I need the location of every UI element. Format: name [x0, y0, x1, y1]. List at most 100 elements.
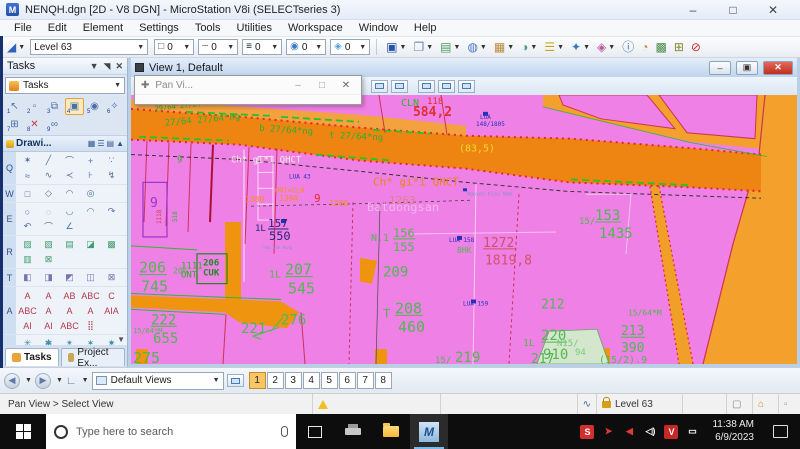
show-pattern-tool[interactable]: ▩ — [101, 237, 122, 252]
start-button[interactable] — [0, 414, 46, 449]
active-element-tool[interactable]: ◢▼ — [4, 39, 28, 56]
place-ellipse-tool[interactable]: ◌ — [38, 204, 59, 219]
change-case-tool[interactable]: C — [101, 288, 122, 303]
tasks-combo[interactable]: Tasks ▼ — [5, 77, 125, 94]
manage-view-groups-icon[interactable] — [227, 374, 244, 387]
auto-fill-data-tool[interactable]: AI — [17, 318, 38, 333]
move-element-tool[interactable]: ▣4 — [65, 98, 84, 115]
layout-list-icon[interactable]: ☰ — [97, 139, 104, 148]
minimize-button[interactable]: – — [680, 3, 706, 17]
view-close-button[interactable]: ✕ — [763, 61, 793, 75]
menu-edit[interactable]: Edit — [40, 21, 75, 35]
modify-element-tool[interactable]: ◧ — [17, 270, 38, 285]
level-manager-button[interactable]: ☰▼ — [541, 39, 567, 56]
view-toggle-3[interactable]: 3 — [285, 372, 302, 389]
place-line-tool[interactable]: ╱ — [38, 153, 59, 168]
layout-panel-icon[interactable]: ▤ — [107, 139, 115, 148]
place-note-tool[interactable]: A — [38, 288, 59, 303]
taskbar-clock[interactable]: 11:38 AM 6/9/2023 — [706, 419, 760, 444]
element-info-button[interactable]: ⓘ — [619, 39, 637, 56]
layout-grid-icon[interactable]: ▦ — [88, 139, 96, 148]
linear-pattern-tool[interactable]: ◪ — [80, 237, 101, 252]
delete-button[interactable]: ⊘ — [688, 39, 704, 56]
line-style-combo[interactable]: ┄0▼ — [198, 39, 238, 55]
task-view-button[interactable] — [296, 414, 334, 449]
pan-maximize-button[interactable]: □ — [313, 80, 331, 91]
status-alert-segment[interactable] — [312, 394, 440, 414]
place-arc2-tool[interactable]: ◡ — [59, 204, 80, 219]
mirror-element-tool[interactable]: ✧6 — [105, 98, 124, 115]
copy-view-icon[interactable] — [418, 80, 435, 93]
scroll-down-icon[interactable]: ▼ — [117, 335, 125, 344]
snap-mode-segment[interactable]: ∿ — [577, 394, 596, 414]
models-button[interactable]: ▤▼ — [437, 39, 463, 56]
arc-radius-tool[interactable]: ∠ — [59, 219, 80, 234]
trim-element-tool[interactable]: ◫ — [80, 270, 101, 285]
saved-views-button[interactable]: ◑▼ — [518, 39, 540, 56]
match-text-tool[interactable]: A — [38, 303, 59, 318]
red-updater-icon[interactable]: ➤ — [601, 425, 615, 439]
media-player-icon[interactable]: ◀ — [622, 425, 636, 439]
menu-file[interactable]: File — [6, 21, 40, 35]
close-icon[interactable]: ✕ — [115, 61, 123, 72]
accudraw-button[interactable]: ▩ — [652, 39, 669, 56]
select-cells-tool[interactable]: ✴ — [59, 336, 80, 345]
hatch-area-tool[interactable]: ▨ — [17, 237, 38, 252]
point-curve-tool[interactable]: ∵ — [101, 153, 122, 168]
drawing-section-header[interactable]: Drawi... ▦ ☰ ▤ ▲ — [3, 136, 127, 152]
zoom-button[interactable]: ✦▼ — [568, 39, 593, 56]
transparency-combo[interactable]: ◉0▼ — [286, 39, 326, 55]
place-arc-tool[interactable]: ⌒ — [59, 153, 80, 168]
display-icon[interactable]: ▭ — [685, 425, 699, 439]
place-polygon-tool[interactable]: ◠ — [59, 186, 80, 201]
place-shape-tool[interactable]: ◇ — [38, 186, 59, 201]
maximize-button[interactable]: □ — [720, 3, 746, 17]
array-element-tool[interactable]: ⊞7 — [5, 116, 24, 133]
tab-project-ex[interactable]: Project Ex... — [61, 348, 125, 366]
define-origin-tool[interactable]: ✶ — [80, 336, 101, 345]
vnc-icon[interactable]: V — [664, 425, 678, 439]
view-toggle-2[interactable]: 2 — [267, 372, 284, 389]
dgn-cache-segment[interactable]: ▫ — [778, 394, 800, 414]
menu-utilities[interactable]: Utilities — [229, 21, 280, 35]
active-level-combo[interactable]: Level 63 ▼ — [30, 39, 148, 55]
fill-in-data-tool[interactable]: AIA — [101, 303, 122, 318]
place-regular-tool[interactable]: ◎ — [80, 186, 101, 201]
fence-button[interactable]: ◈▼ — [594, 39, 618, 56]
place-block-tool[interactable]: □ — [17, 186, 38, 201]
copy-increment-data-tool[interactable]: AI — [38, 318, 59, 333]
view-toggle-4[interactable]: 4 — [303, 372, 320, 389]
priority-combo[interactable]: ◈0▼ — [330, 39, 370, 55]
line-weight-combo[interactable]: ≡0▼ — [242, 39, 282, 55]
curve-tool[interactable]: ∿ — [38, 168, 59, 183]
sketch-tool[interactable]: ↯ — [101, 168, 122, 183]
menu-workspace[interactable]: Workspace — [280, 21, 351, 35]
view-previous-icon[interactable] — [371, 80, 388, 93]
view-toggle-6[interactable]: 6 — [339, 372, 356, 389]
match-pattern-tool[interactable]: ▥ — [17, 252, 38, 267]
edit-text-tool[interactable]: AB — [59, 288, 80, 303]
pan-minimize-button[interactable]: – — [289, 80, 307, 91]
search-button[interactable]: ◔ — [638, 39, 651, 56]
delete-part-tool[interactable]: ⊠ — [101, 270, 122, 285]
forward-button[interactable]: ▶ — [35, 373, 51, 389]
printer-app-button[interactable] — [334, 414, 372, 449]
text-styles-tool[interactable]: ⣿ — [80, 318, 101, 333]
change-text-tool[interactable]: A — [59, 303, 80, 318]
view-attributes-icon[interactable] — [458, 80, 475, 93]
close-button[interactable]: ✕ — [760, 3, 786, 17]
view-toggle-8[interactable]: 8 — [375, 372, 392, 389]
chevron-down-icon[interactable]: ▼ — [90, 61, 99, 71]
view-group-combo[interactable]: Default Views ▼ — [92, 372, 224, 390]
spell-checker-tool[interactable]: ABC — [80, 288, 101, 303]
cells-button[interactable]: ⊞ — [671, 39, 687, 56]
delete-pattern-tool[interactable]: ⊠ — [38, 252, 59, 267]
selection-set-segment[interactable]: ▢ — [726, 394, 752, 414]
extend-line-tool[interactable]: ◩ — [59, 270, 80, 285]
pattern-area-tool[interactable]: ▤ — [59, 237, 80, 252]
copy-enter-data-tool[interactable]: A — [80, 303, 101, 318]
delete-element-tool[interactable]: ✕8 — [25, 116, 44, 133]
volume-icon[interactable]: ◁) — [643, 425, 657, 439]
view-maximize-button[interactable]: ▣ — [736, 61, 758, 75]
design-attributes-button[interactable]: ▣▼ — [383, 39, 409, 56]
